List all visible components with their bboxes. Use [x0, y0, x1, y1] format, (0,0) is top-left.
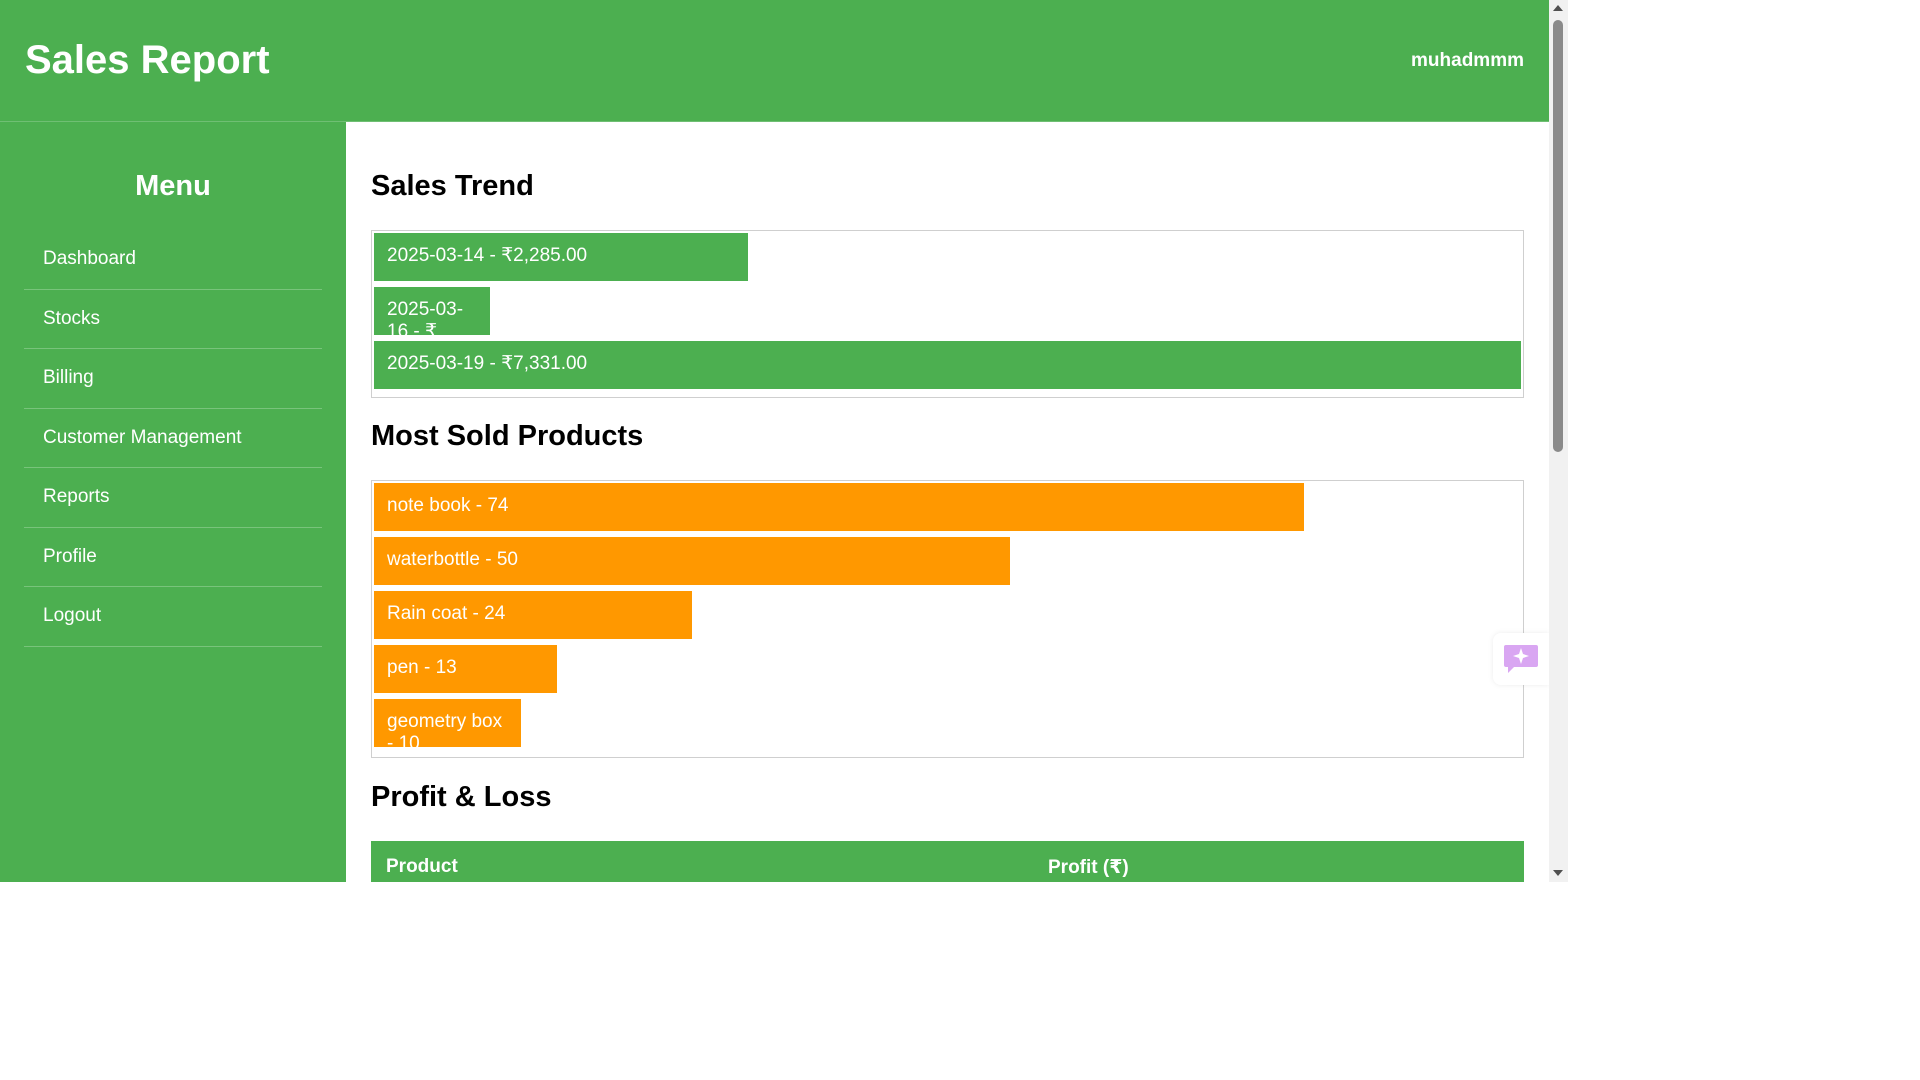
sidebar-item-dashboard[interactable]: Dashboard [24, 230, 322, 290]
header: Sales Report muhadmmm [0, 0, 1549, 122]
profit-loss-title: Profit & Loss [371, 781, 552, 813]
scroll-down-arrow-icon[interactable] [1553, 870, 1563, 876]
sales-trend-bar: 2025-03-14 - ₹2,285.00 [374, 233, 748, 281]
column-header-product: Product [386, 856, 458, 877]
sidebar-item-customer-management[interactable]: Customer Management [24, 409, 322, 468]
username-label[interactable]: muhadmmm [1411, 50, 1524, 72]
scroll-thumb[interactable] [1553, 20, 1563, 452]
main-content: Sales Trend 2025-03-14 - ₹2,285.00 2025-0… [346, 122, 1549, 882]
floating-assistant-button[interactable] [1493, 633, 1549, 685]
vertical-scrollbar[interactable] [1549, 0, 1568, 882]
sidebar-item-billing[interactable]: Billing [24, 349, 322, 409]
sidebar-menu: Dashboard Stocks Billing Customer Manage… [24, 230, 322, 647]
sidebar-item-reports[interactable]: Reports [24, 468, 322, 528]
most-sold-bar: note book - 74 [374, 483, 1304, 531]
scroll-up-arrow-icon[interactable] [1553, 5, 1563, 11]
sidebar-item-stocks[interactable]: Stocks [24, 290, 322, 349]
most-sold-bar: geometry box - 10 [374, 699, 521, 747]
sales-trend-title: Sales Trend [371, 170, 534, 202]
sidebar: Menu Dashboard Stocks Billing Customer M… [0, 122, 346, 882]
sales-trend-chart: 2025-03-14 - ₹2,285.00 2025-03-16 - ₹ 2025… [371, 230, 1524, 398]
sparkle-chat-icon [1504, 645, 1538, 673]
profit-loss-table-header: Product Profit (₹) [371, 841, 1524, 882]
page-title: Sales Report [25, 38, 270, 82]
sidebar-item-logout[interactable]: Logout [24, 587, 322, 647]
sales-trend-bar: 2025-03-16 - ₹ [374, 287, 490, 335]
column-header-profit: Profit (₹) [1048, 857, 1129, 878]
sidebar-title: Menu [135, 170, 211, 202]
sidebar-item-profile[interactable]: Profile [24, 528, 322, 587]
most-sold-bar: Rain coat - 24 [374, 591, 692, 639]
sales-trend-bar: 2025-03-19 - ₹7,331.00 [374, 341, 1521, 389]
most-sold-bar: pen - 13 [374, 645, 557, 693]
most-sold-chart: note book - 74 waterbottle - 50 Rain coat … [371, 480, 1524, 758]
most-sold-bar: waterbottle - 50 [374, 537, 1010, 585]
most-sold-title: Most Sold Products [371, 420, 644, 452]
